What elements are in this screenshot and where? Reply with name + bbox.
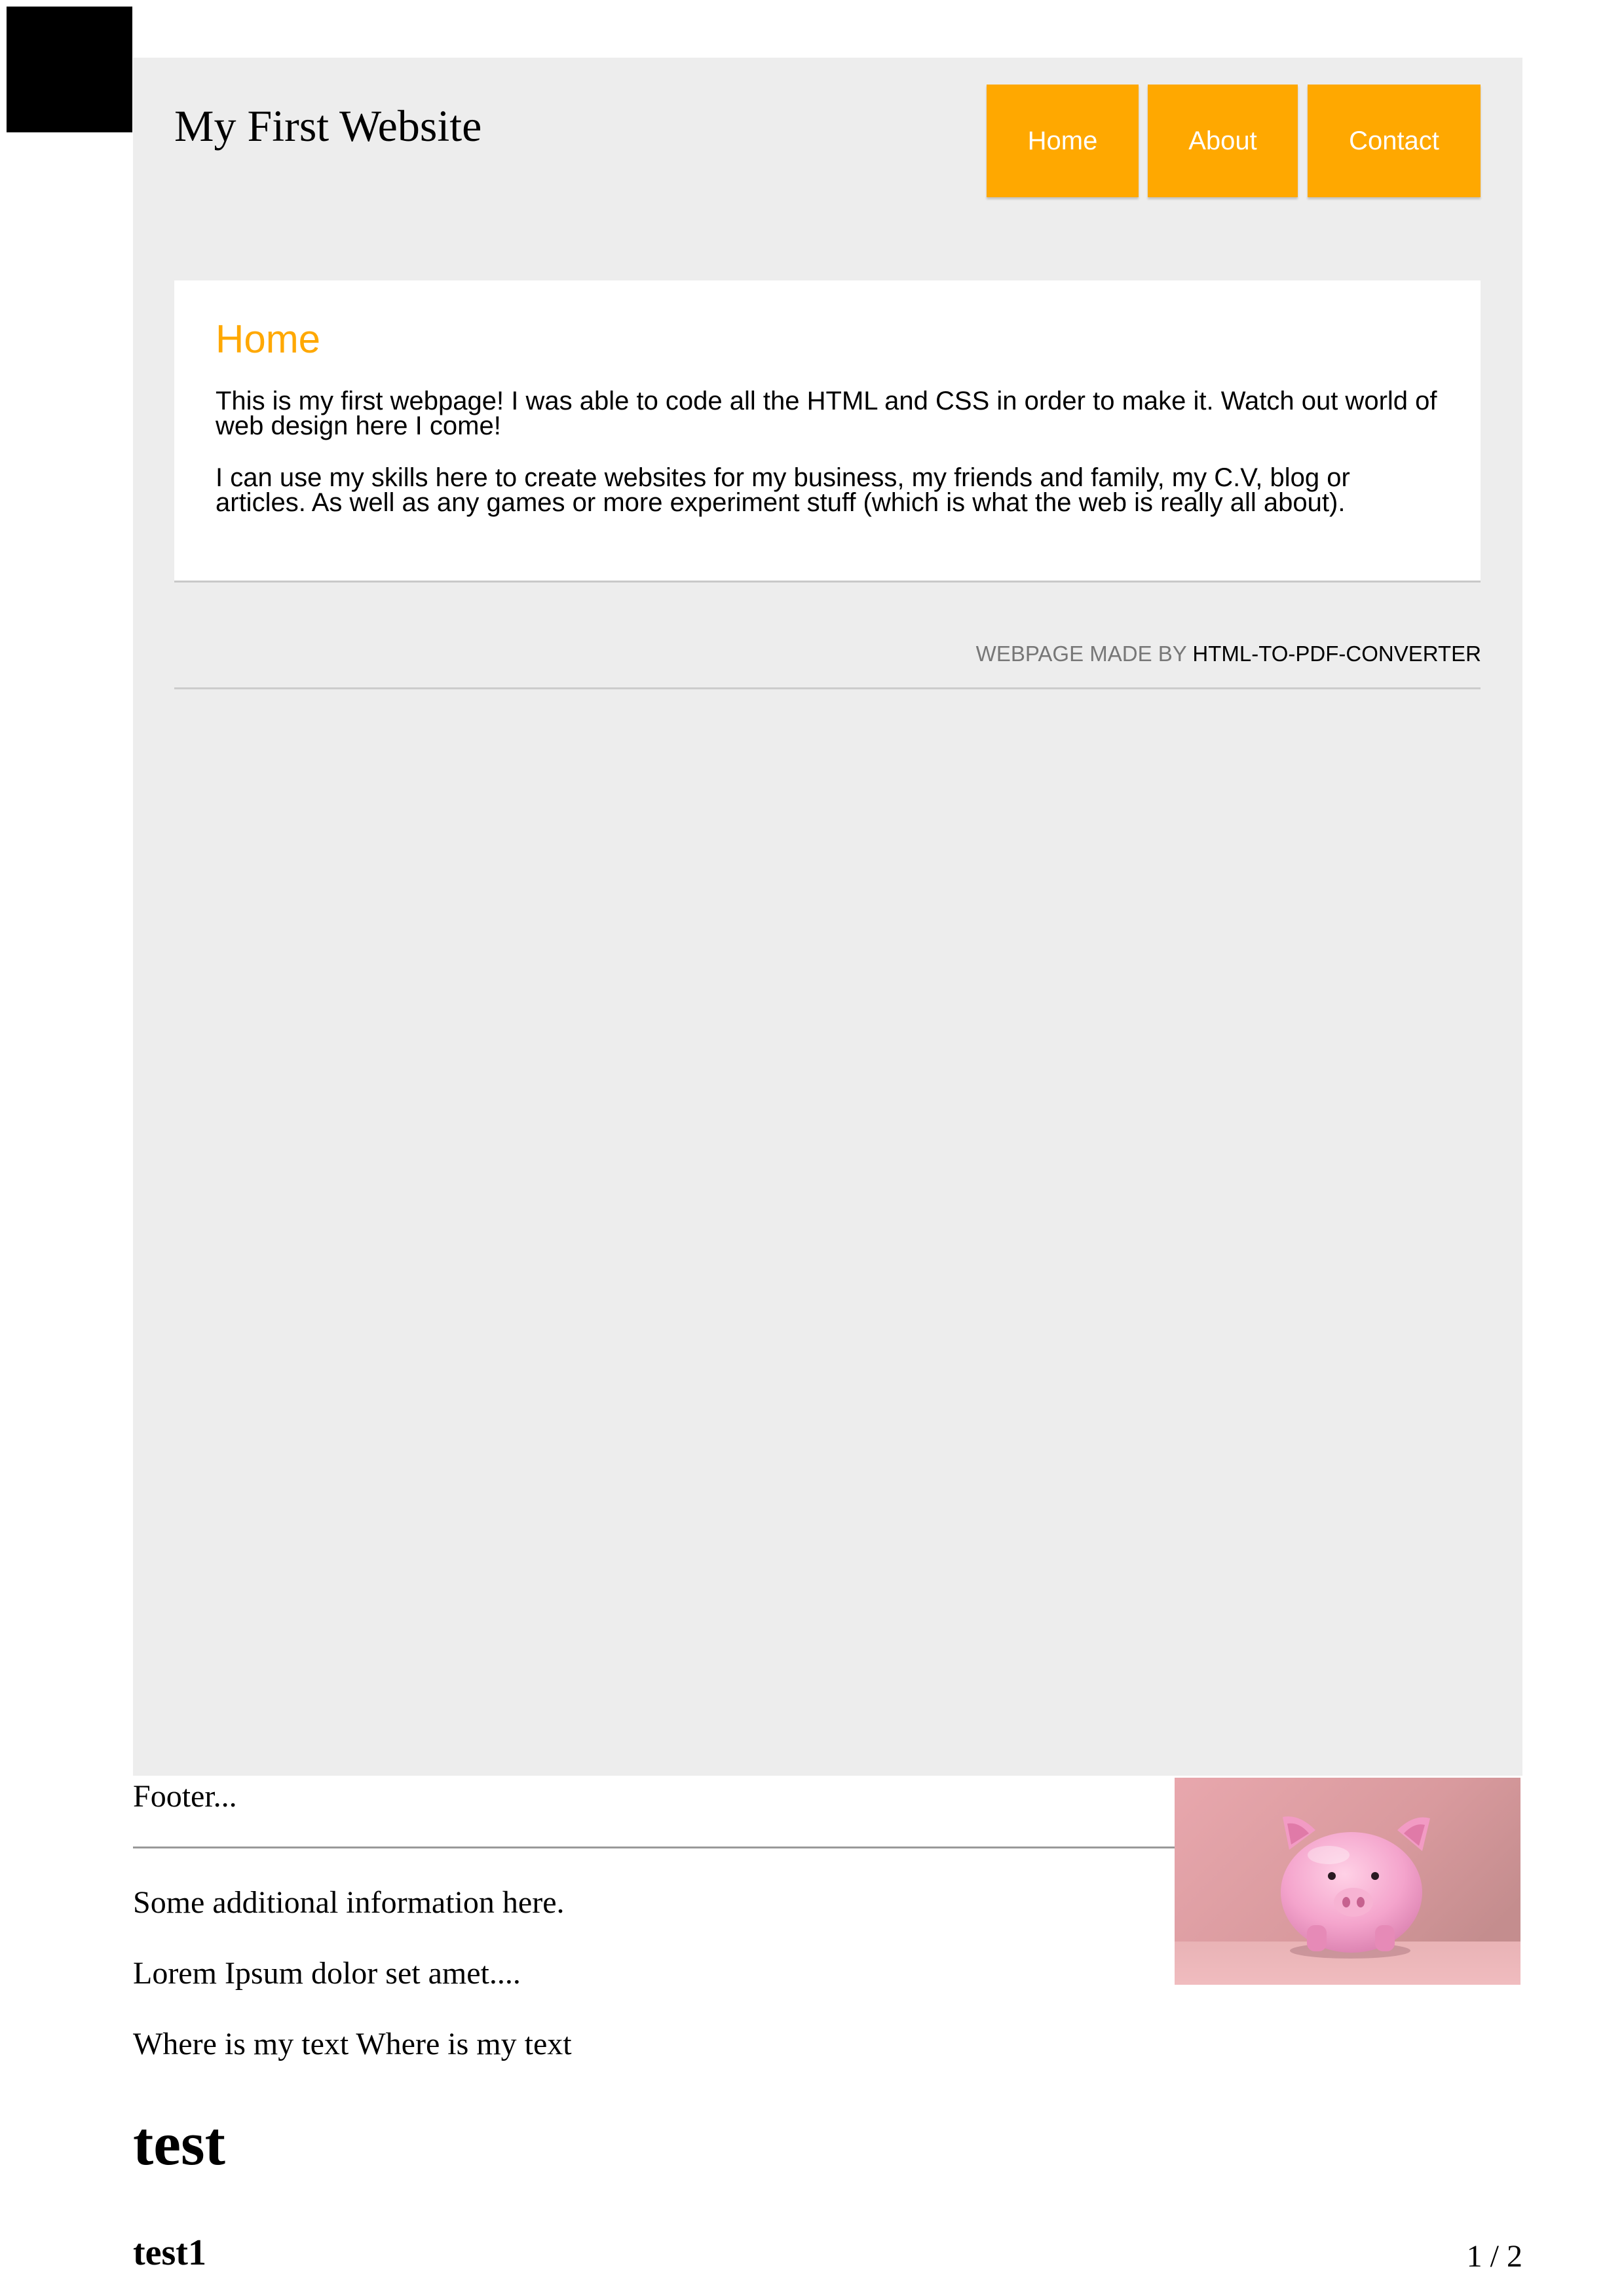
test-heading: test — [133, 2110, 225, 2178]
made-by-prefix: WEBPAGE MADE BY — [975, 641, 1187, 666]
footer-divider — [133, 1846, 1175, 1848]
nav-contact-button[interactable]: Contact — [1308, 85, 1481, 197]
converter-link[interactable]: HTML-TO-PDF-CONVERTER — [1192, 641, 1481, 666]
credit-divider — [174, 687, 1481, 689]
nav-home-button[interactable]: Home — [987, 85, 1139, 197]
piggy-bank-image — [1175, 1778, 1520, 1985]
black-corner-square — [7, 7, 132, 132]
webpage-container: My First Website Home About Contact Home… — [133, 58, 1522, 1776]
intro-paragraph: This is my first webpage! I was able to … — [216, 387, 1437, 440]
made-by-credit: WEBPAGE MADE BY HTML-TO-PDF-CONVERTER — [976, 643, 1481, 664]
site-title: My First Website — [174, 101, 482, 151]
test1-heading: test1 — [133, 2232, 206, 2273]
footer-lorem-line: Lorem Ipsum dolor set amet.... — [133, 1956, 521, 1991]
footer-info-line: Some additional information here. — [133, 1885, 565, 1920]
skills-paragraph: I can use my skills here to create websi… — [216, 463, 1350, 517]
footer-where-line: Where is my text Where is my text — [133, 2027, 572, 2061]
footer-label: Footer... — [133, 1779, 237, 1814]
card-heading: Home — [216, 317, 321, 361]
nav-about-button[interactable]: About — [1148, 85, 1298, 197]
page-number: 1 / 2 — [1466, 2239, 1522, 2274]
home-content-card: Home This is my first webpage! I was abl… — [174, 280, 1481, 583]
